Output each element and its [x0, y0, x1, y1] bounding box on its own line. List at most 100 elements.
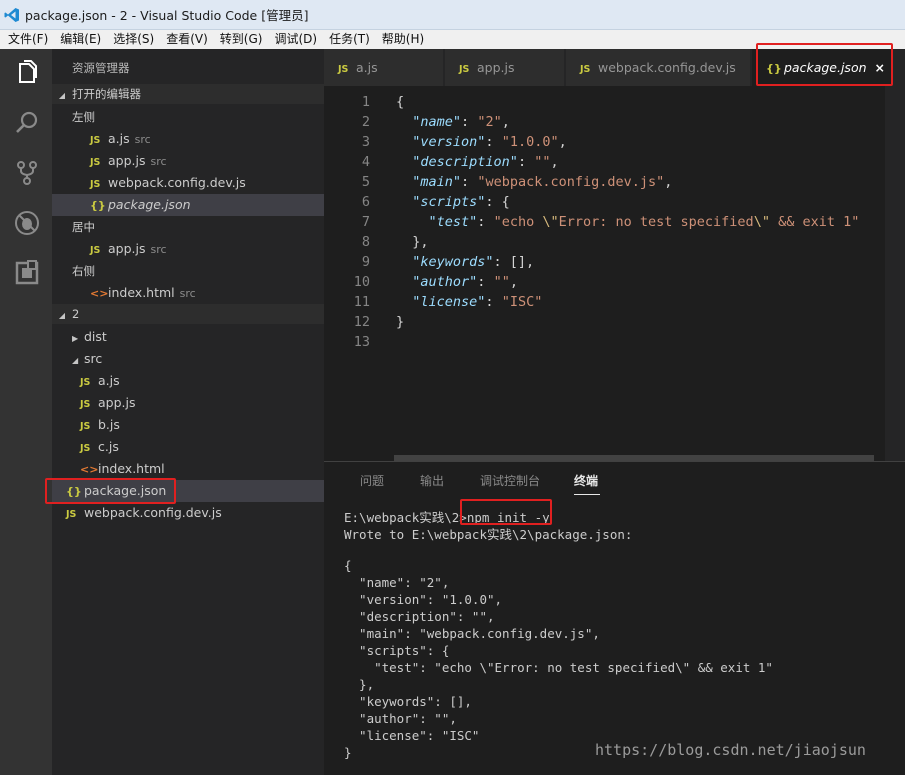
line-number: 3: [361, 134, 370, 150]
js-file-icon: JS: [90, 245, 101, 256]
terminal-output-line: "scripts": {: [344, 643, 450, 658]
code-line[interactable]: "main": "webpack.config.dev.js",: [396, 174, 672, 190]
js-file-icon: JS: [66, 509, 77, 520]
terminal-output-line: "name": "2",: [344, 575, 450, 590]
minimap[interactable]: [885, 86, 905, 461]
chevron-down-icon: ◢: [58, 91, 66, 100]
file-item[interactable]: JS webpack.config.dev.js: [52, 502, 324, 524]
active-tab-indicator: [574, 494, 600, 495]
terminal-output-line: {: [344, 558, 352, 573]
workspace-folder-header[interactable]: ◢ 2: [52, 304, 324, 324]
sidebar-title: 资源管理器: [72, 61, 130, 75]
folder-dist[interactable]: ▶ dist: [52, 326, 324, 348]
open-editor-item[interactable]: JS app.js src: [52, 238, 324, 260]
file-item[interactable]: JS a.js: [52, 370, 324, 392]
js-file-icon: JS: [580, 64, 591, 75]
code-line[interactable]: "version": "1.0.0",: [396, 134, 566, 150]
open-editors-header[interactable]: ◢ 打开的编辑器: [52, 84, 324, 104]
code-line[interactable]: "name": "2",: [396, 114, 510, 130]
line-number: 7: [361, 214, 370, 230]
json-file-icon: {}: [90, 199, 106, 212]
code-line[interactable]: "description": "",: [396, 154, 558, 170]
chevron-right-icon: ▶: [72, 334, 79, 343]
open-editor-item[interactable]: <>index.html src: [52, 282, 324, 304]
debug-icon[interactable]: [14, 210, 40, 236]
highlight-box-tab: [756, 43, 893, 86]
file-item[interactable]: <>index.html: [52, 458, 324, 480]
file-item[interactable]: JS b.js: [52, 414, 324, 436]
html-file-icon: <>: [90, 287, 109, 300]
js-file-icon: JS: [90, 157, 101, 168]
tab-terminal[interactable]: 终端: [574, 472, 598, 489]
code-line[interactable]: {: [396, 94, 404, 110]
activity-bar: [0, 49, 52, 775]
code-line[interactable]: "test": "echo \"Error: no test specified…: [396, 214, 860, 230]
bottom-panel: 问题 输出 调试控制台 终端 E:\webpack实践\2>npm init -…: [324, 461, 905, 775]
terminal-prompt: E:\webpack实践\2>: [344, 510, 467, 525]
js-file-icon: JS: [90, 135, 101, 146]
editor-group-left: 左侧: [72, 110, 95, 124]
code-line[interactable]: "scripts": {: [396, 194, 510, 210]
search-icon[interactable]: [14, 110, 40, 136]
source-control-icon[interactable]: [14, 160, 40, 186]
chevron-down-icon: ◢: [72, 356, 79, 365]
folder-src[interactable]: ◢ src: [52, 348, 324, 370]
line-number: 13: [353, 334, 370, 350]
open-editor-item[interactable]: JS app.js src: [52, 150, 324, 172]
window-title: package.json - 2 - Visual Studio Code [管…: [25, 8, 309, 23]
menu-goto[interactable]: 转到(G): [214, 30, 269, 49]
menu-selection[interactable]: 选择(S): [107, 30, 160, 49]
line-number: 4: [361, 154, 370, 170]
open-editor-item[interactable]: JS a.js src: [52, 128, 324, 150]
tab-a-js[interactable]: JS a.js: [324, 49, 444, 86]
js-file-icon: JS: [459, 64, 470, 75]
tab-app-js[interactable]: JS app.js: [445, 49, 565, 86]
menu-file[interactable]: 文件(F): [0, 30, 54, 49]
code-editor[interactable]: 1 {2 "name": "2", 3 "version": "1.0.0", 4 "…: [324, 86, 905, 461]
tab-output[interactable]: 输出: [420, 472, 444, 489]
extensions-icon[interactable]: [14, 260, 40, 286]
js-file-icon: JS: [338, 64, 349, 75]
line-number: 11: [353, 294, 370, 310]
code-line[interactable]: "license": "ISC": [396, 294, 542, 310]
title-bar: package.json - 2 - Visual Studio Code [管…: [0, 0, 905, 30]
open-editor-item[interactable]: JS webpack.config.dev.js: [52, 172, 324, 194]
terminal-output-line: "keywords": [],: [344, 694, 472, 709]
terminal-output-line: "description": "",: [344, 609, 495, 624]
menu-tasks[interactable]: 任务(T): [323, 30, 376, 49]
highlight-box-file: [45, 478, 176, 504]
line-number: 6: [361, 194, 370, 210]
menu-help[interactable]: 帮助(H): [376, 30, 430, 49]
terminal-output-line: "test": "echo \"Error: no test specified…: [344, 660, 773, 675]
js-file-icon: JS: [90, 179, 101, 190]
file-item[interactable]: JS c.js: [52, 436, 324, 458]
file-item[interactable]: JS app.js: [52, 392, 324, 414]
code-line[interactable]: "author": "",: [396, 274, 518, 290]
js-file-icon: JS: [80, 399, 91, 410]
chevron-down-icon: ◢: [58, 311, 66, 320]
tab-webpack-config[interactable]: JS webpack.config.dev.js: [566, 49, 751, 86]
js-file-icon: JS: [80, 443, 91, 454]
code-line[interactable]: "keywords": [],: [396, 254, 534, 270]
editor-group-center: 居中: [72, 220, 95, 234]
code-line[interactable]: }: [396, 314, 404, 330]
line-number: 5: [361, 174, 370, 190]
code-line[interactable]: },: [396, 234, 428, 250]
menu-view[interactable]: 查看(V): [160, 30, 214, 49]
vscode-logo-icon: [4, 7, 19, 22]
menu-debug[interactable]: 调试(D): [268, 30, 323, 49]
tab-problems[interactable]: 问题: [360, 472, 384, 489]
js-file-icon: JS: [80, 421, 91, 432]
terminal-output-line: "version": "1.0.0",: [344, 592, 503, 607]
editor-group-right: 右侧: [72, 264, 95, 278]
tab-debug-console[interactable]: 调试控制台: [480, 472, 540, 489]
line-number: 8: [361, 234, 370, 250]
open-editor-item-active[interactable]: {} package.json: [52, 194, 324, 216]
menu-edit[interactable]: 编辑(E): [54, 30, 107, 49]
terminal-output-line: },: [344, 677, 375, 692]
explorer-icon[interactable]: [14, 60, 40, 86]
highlight-box-command: [460, 499, 552, 525]
terminal-output-line: }: [344, 745, 352, 760]
terminal-output-line: "license": "ISC": [344, 728, 480, 743]
line-number: 1: [361, 94, 370, 110]
